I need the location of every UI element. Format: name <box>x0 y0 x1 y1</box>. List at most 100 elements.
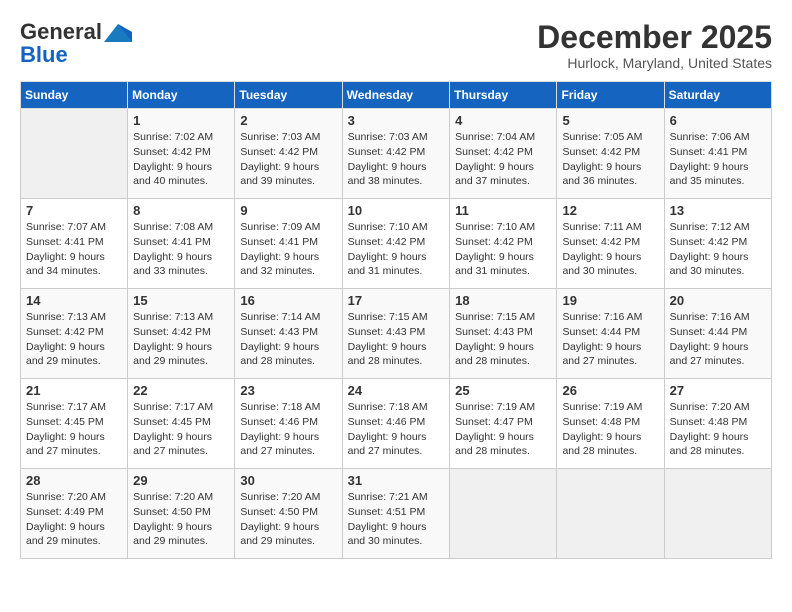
day-number: 15 <box>133 293 229 308</box>
day-number: 7 <box>26 203 122 218</box>
day-number: 27 <box>670 383 766 398</box>
day-number: 26 <box>562 383 658 398</box>
day-number: 11 <box>455 203 551 218</box>
day-number: 19 <box>562 293 658 308</box>
calendar-week-5: 28Sunrise: 7:20 AMSunset: 4:49 PMDayligh… <box>21 469 772 559</box>
day-number: 24 <box>348 383 445 398</box>
day-number: 23 <box>240 383 336 398</box>
calendar-cell: 24 Sunrise: 7:18 AMSunset: 4:46 PMDayligh… <box>342 379 450 469</box>
calendar-cell: 5 Sunrise: 7:05 AMSunset: 4:42 PMDaylight… <box>557 109 664 199</box>
day-number: 17 <box>348 293 445 308</box>
day-number: 18 <box>455 293 551 308</box>
day-info: Sunrise: 7:02 AMSunset: 4:42 PMDaylight:… <box>133 130 229 189</box>
day-info: Sunrise: 7:11 AMSunset: 4:42 PMDaylight:… <box>562 220 658 279</box>
day-number: 22 <box>133 383 229 398</box>
calendar-cell: 11Sunrise: 7:10 AMSunset: 4:42 PMDayligh… <box>450 199 557 289</box>
day-number: 12 <box>562 203 658 218</box>
calendar-cell: 22Sunrise: 7:17 AMSunset: 4:45 PMDayligh… <box>128 379 235 469</box>
calendar-table: SundayMondayTuesdayWednesdayThursdayFrid… <box>20 81 772 559</box>
day-number: 14 <box>26 293 122 308</box>
calendar-cell: 30Sunrise: 7:20 AMSunset: 4:50 PMDayligh… <box>235 469 342 559</box>
calendar-cell: 25Sunrise: 7:19 AMSunset: 4:47 PMDayligh… <box>450 379 557 469</box>
day-number: 29 <box>133 473 229 488</box>
calendar-cell <box>664 469 771 559</box>
day-number: 10 <box>348 203 445 218</box>
day-number: 3 <box>348 113 445 128</box>
calendar-cell: 13 Sunrise: 7:12 AMSunset: 4:42 PMDayligh… <box>664 199 771 289</box>
day-info: Sunrise: 7:13 AMSunset: 4:42 PMDaylight:… <box>133 310 229 369</box>
calendar-cell: 12 Sunrise: 7:11 AMSunset: 4:42 PMDayligh… <box>557 199 664 289</box>
calendar-cell: 26Sunrise: 7:19 AMSunset: 4:48 PMDayligh… <box>557 379 664 469</box>
day-number: 5 <box>562 113 658 128</box>
weekday-header-friday: Friday <box>557 82 664 109</box>
day-info: Sunrise: 7:16 AMSunset: 4:44 PMDaylight:… <box>670 310 766 369</box>
calendar-cell: 1Sunrise: 7:02 AMSunset: 4:42 PMDaylight… <box>128 109 235 199</box>
day-info: Sunrise: 7:03 AMSunset: 4:42 PMDaylight:… <box>240 130 336 189</box>
calendar-cell: 16 Sunrise: 7:14 AMSunset: 4:43 PMDayligh… <box>235 289 342 379</box>
day-number: 6 <box>670 113 766 128</box>
calendar-cell: 8 Sunrise: 7:08 AMSunset: 4:41 PMDaylight… <box>128 199 235 289</box>
page-subtitle: Hurlock, Maryland, United States <box>537 55 772 71</box>
day-info: Sunrise: 7:09 AMSunset: 4:41 PMDaylight:… <box>240 220 336 279</box>
calendar-cell: 2 Sunrise: 7:03 AMSunset: 4:42 PMDaylight… <box>235 109 342 199</box>
day-info: Sunrise: 7:18 AMSunset: 4:46 PMDaylight:… <box>240 400 336 459</box>
day-info: Sunrise: 7:07 AMSunset: 4:41 PMDaylight:… <box>26 220 122 279</box>
day-number: 8 <box>133 203 229 218</box>
calendar-cell: 15 Sunrise: 7:13 AMSunset: 4:42 PMDayligh… <box>128 289 235 379</box>
calendar-cell: 14 Sunrise: 7:13 AMSunset: 4:42 PMDayligh… <box>21 289 128 379</box>
calendar-cell: 18 Sunrise: 7:15 AMSunset: 4:43 PMDayligh… <box>450 289 557 379</box>
calendar-week-3: 14 Sunrise: 7:13 AMSunset: 4:42 PMDayligh… <box>21 289 772 379</box>
calendar-cell: 21Sunrise: 7:17 AMSunset: 4:45 PMDayligh… <box>21 379 128 469</box>
day-number: 16 <box>240 293 336 308</box>
day-info: Sunrise: 7:08 AMSunset: 4:41 PMDaylight:… <box>133 220 229 279</box>
day-info: Sunrise: 7:15 AMSunset: 4:43 PMDaylight:… <box>348 310 445 369</box>
weekday-header-monday: Monday <box>128 82 235 109</box>
day-number: 4 <box>455 113 551 128</box>
day-number: 31 <box>348 473 445 488</box>
calendar-cell: 19Sunrise: 7:16 AMSunset: 4:44 PMDayligh… <box>557 289 664 379</box>
day-number: 30 <box>240 473 336 488</box>
weekday-header-saturday: Saturday <box>664 82 771 109</box>
day-number: 9 <box>240 203 336 218</box>
calendar-cell: 6 Sunrise: 7:06 AMSunset: 4:41 PMDaylight… <box>664 109 771 199</box>
calendar-cell <box>450 469 557 559</box>
day-info: Sunrise: 7:13 AMSunset: 4:42 PMDaylight:… <box>26 310 122 369</box>
weekday-header-wednesday: Wednesday <box>342 82 450 109</box>
calendar-cell: 7 Sunrise: 7:07 AMSunset: 4:41 PMDaylight… <box>21 199 128 289</box>
calendar-cell <box>557 469 664 559</box>
calendar-cell: 29Sunrise: 7:20 AMSunset: 4:50 PMDayligh… <box>128 469 235 559</box>
day-info: Sunrise: 7:04 AMSunset: 4:42 PMDaylight:… <box>455 130 551 189</box>
calendar-cell: 28Sunrise: 7:20 AMSunset: 4:49 PMDayligh… <box>21 469 128 559</box>
day-info: Sunrise: 7:05 AMSunset: 4:42 PMDaylight:… <box>562 130 658 189</box>
day-info: Sunrise: 7:21 AMSunset: 4:51 PMDaylight:… <box>348 490 445 549</box>
calendar-cell <box>21 109 128 199</box>
day-info: Sunrise: 7:06 AMSunset: 4:41 PMDaylight:… <box>670 130 766 189</box>
day-number: 13 <box>670 203 766 218</box>
weekday-header-tuesday: Tuesday <box>235 82 342 109</box>
day-number: 2 <box>240 113 336 128</box>
calendar-cell: 27 Sunrise: 7:20 AMSunset: 4:48 PMDayligh… <box>664 379 771 469</box>
calendar-week-4: 21Sunrise: 7:17 AMSunset: 4:45 PMDayligh… <box>21 379 772 469</box>
weekday-header-sunday: Sunday <box>21 82 128 109</box>
calendar-cell: 10 Sunrise: 7:10 AMSunset: 4:42 PMDayligh… <box>342 199 450 289</box>
day-info: Sunrise: 7:12 AMSunset: 4:42 PMDaylight:… <box>670 220 766 279</box>
calendar-cell: 17 Sunrise: 7:15 AMSunset: 4:43 PMDayligh… <box>342 289 450 379</box>
day-info: Sunrise: 7:15 AMSunset: 4:43 PMDaylight:… <box>455 310 551 369</box>
day-number: 20 <box>670 293 766 308</box>
page-title: December 2025 <box>537 20 772 55</box>
logo-text: General <box>20 20 132 44</box>
calendar-week-1: 1Sunrise: 7:02 AMSunset: 4:42 PMDaylight… <box>21 109 772 199</box>
calendar-cell: 20 Sunrise: 7:16 AMSunset: 4:44 PMDayligh… <box>664 289 771 379</box>
page-header: General Blue December 2025 Hurlock, Mary… <box>20 20 772 71</box>
calendar-cell: 4 Sunrise: 7:04 AMSunset: 4:42 PMDaylight… <box>450 109 557 199</box>
day-info: Sunrise: 7:10 AMSunset: 4:42 PMDaylight:… <box>348 220 445 279</box>
calendar-cell: 9 Sunrise: 7:09 AMSunset: 4:41 PMDaylight… <box>235 199 342 289</box>
day-info: Sunrise: 7:20 AMSunset: 4:48 PMDaylight:… <box>670 400 766 459</box>
day-info: Sunrise: 7:17 AMSunset: 4:45 PMDaylight:… <box>26 400 122 459</box>
calendar-cell: 3Sunrise: 7:03 AMSunset: 4:42 PMDaylight… <box>342 109 450 199</box>
day-info: Sunrise: 7:18 AMSunset: 4:46 PMDaylight:… <box>348 400 445 459</box>
day-number: 28 <box>26 473 122 488</box>
logo: General Blue <box>20 20 132 68</box>
calendar-cell: 23 Sunrise: 7:18 AMSunset: 4:46 PMDayligh… <box>235 379 342 469</box>
day-info: Sunrise: 7:14 AMSunset: 4:43 PMDaylight:… <box>240 310 336 369</box>
